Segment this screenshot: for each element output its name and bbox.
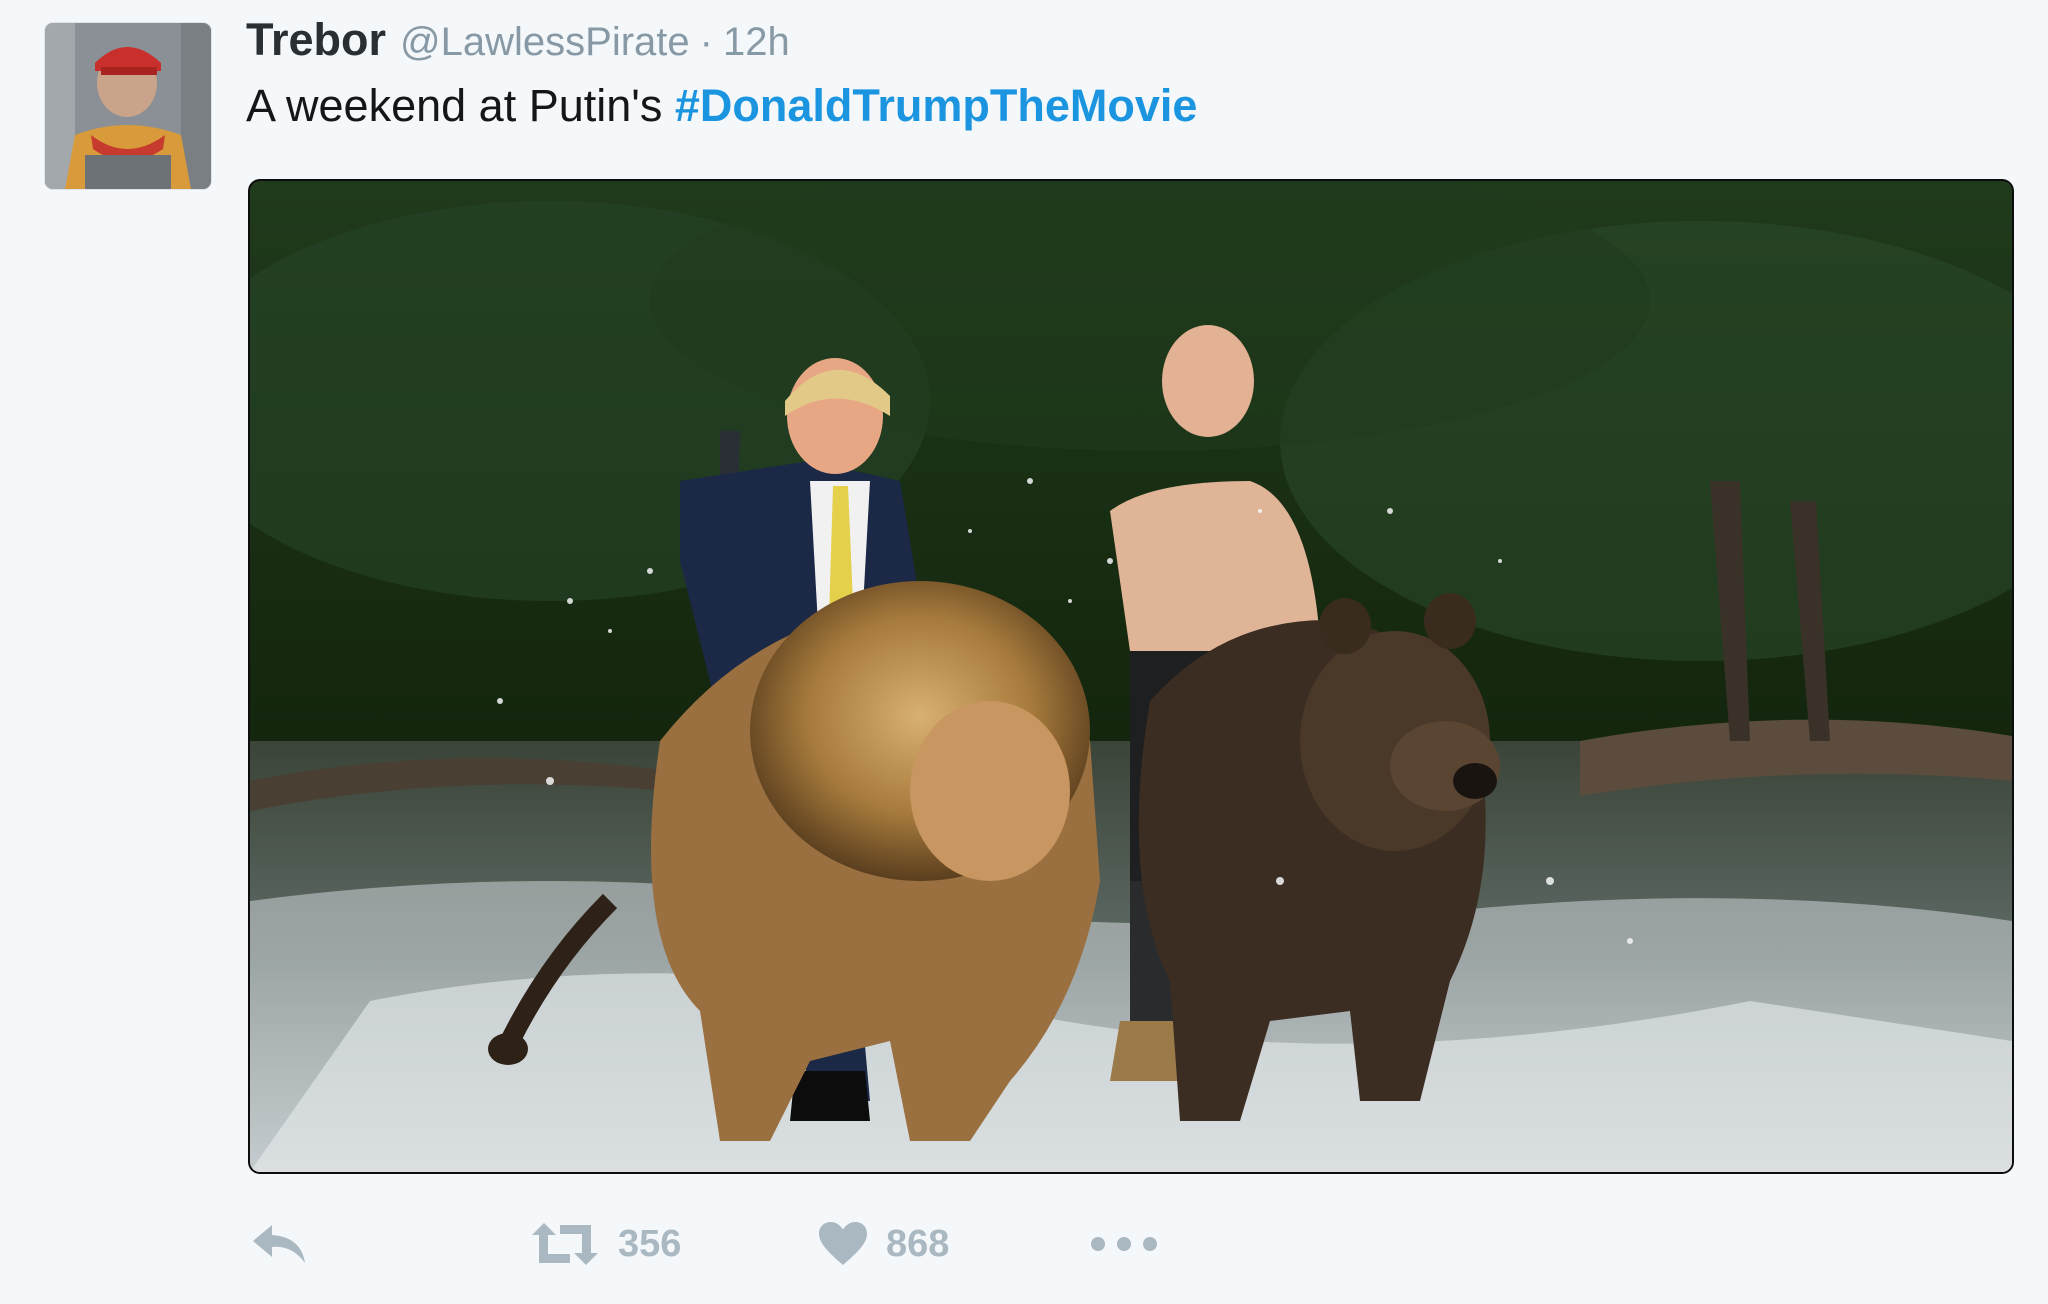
header-separator: · (699, 20, 713, 64)
tweet-text: A weekend at Putin's #DonaldTrumpTheMovi… (246, 80, 1197, 132)
avatar[interactable] (45, 23, 211, 189)
tweet-media-photo[interactable] (250, 181, 2012, 1172)
reply-arrow-icon (253, 1225, 305, 1263)
heart-icon (819, 1222, 867, 1265)
author-handle[interactable]: @LawlessPirate (400, 20, 690, 65)
like-button[interactable]: 868 (818, 1212, 949, 1276)
tweet-header: Trebor @LawlessPirate · 12h (246, 14, 790, 78)
reply-button[interactable] (250, 1212, 308, 1276)
avatar-image (45, 23, 211, 189)
hashtag-link[interactable]: #DonaldTrumpTheMovie (675, 80, 1198, 131)
tweet-text-body: A weekend at Putin's (246, 80, 675, 131)
tweet: Trebor @LawlessPirate · 12h A weekend at… (0, 0, 2048, 1304)
author-name[interactable]: Trebor (246, 14, 386, 66)
tweet-actions: 356 868 (246, 1212, 1206, 1276)
more-dots-icon (1091, 1237, 1157, 1251)
retweet-button[interactable]: 356 (530, 1212, 681, 1276)
retweet-icon (532, 1223, 598, 1265)
tweet-timestamp[interactable]: 12h (723, 20, 790, 65)
more-button[interactable] (1090, 1212, 1158, 1276)
like-count: 868 (886, 1222, 950, 1265)
retweet-count: 356 (618, 1222, 682, 1265)
photo-illustration (250, 181, 2012, 1172)
